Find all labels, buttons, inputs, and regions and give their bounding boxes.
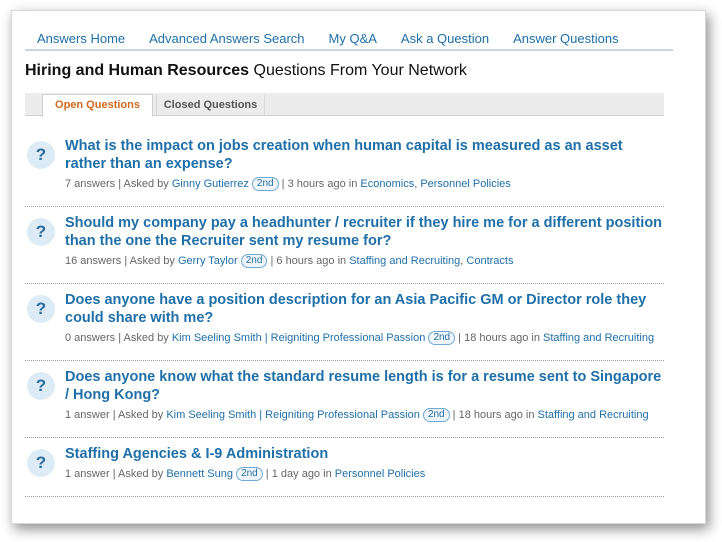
page-title-suffix: Questions From Your Network [249,62,467,79]
nav-answer-questions[interactable]: Answer Questions [501,31,631,49]
answer-count: 1 answer [65,468,110,480]
meta-separator: | [109,409,119,421]
category-link[interactable]: Personnel Policies [420,178,511,190]
time-ago: 1 day ago [271,468,321,480]
connection-degree-badge: 2nd [251,177,279,191]
question-title-link[interactable]: Staffing Agencies & I-9 Administration [65,445,665,463]
category-link[interactable]: Staffing and Recruiting [543,332,654,344]
question-meta: 1 answer | Asked by Kim Seeling Smith | … [65,408,649,422]
question-title-link[interactable]: Should my company pay a headhunter / rec… [65,214,665,250]
tab-open-questions[interactable]: Open Questions [42,94,153,117]
nav-answers-home[interactable]: Answers Home [25,31,137,49]
question-title-link[interactable]: What is the impact on jobs creation when… [65,137,665,173]
connection-degree-badge: 2nd [428,331,456,345]
question-item: ? Should my company pay a headhunter / re… [25,214,664,284]
category-link[interactable]: Personnel Policies [335,468,426,480]
connection-degree-badge: 2nd [236,467,263,481]
answers-nav: Answers Home Advanced Answers Search My … [25,27,673,51]
in-label: in [531,332,540,344]
page-title: Hiring and Human Resources Questions Fro… [25,62,467,80]
time-ago: 3 hours ago [287,178,346,190]
meta-separator: | [109,468,119,480]
answer-count: 1 answer [65,409,110,421]
asked-by-label: Asked by [118,409,164,421]
question-item: ? What is the impact on jobs creation whe… [25,137,664,207]
time-ago: 6 hours ago [276,255,335,267]
connection-degree-badge: 2nd [240,254,268,268]
category-link[interactable]: Contracts [466,255,513,267]
question-item: ? Does anyone have a position description… [25,291,664,361]
question-title-link[interactable]: Does anyone know what the standard resum… [65,368,665,404]
question-meta: 7 answers | Asked by Ginny Gutierrez 2nd… [65,177,511,191]
question-item: ? Staffing Agencies & I-9 Administration 1… [25,445,664,497]
connection-degree-badge: 2nd [422,408,450,422]
category-link[interactable]: Staffing and Recruiting [538,409,649,421]
nav-my-qa[interactable]: My Q&A [317,31,389,49]
meta-separator: | [115,178,124,190]
meta-separator: | [115,332,124,344]
answer-count: 0 answers [65,332,116,344]
question-meta: 16 answers | Asked by Gerry Taylor 2nd |… [65,254,513,268]
nav-ask-question[interactable]: Ask a Question [389,31,501,49]
author-link[interactable]: Kim Seeling Smith | Reigniting Professio… [166,409,420,421]
category-link[interactable]: Economics [360,178,414,190]
meta-separator: | [455,332,465,344]
asked-by-label: Asked by [123,332,169,344]
question-mark-icon: ? [27,295,55,323]
asked-by-label: Asked by [123,178,169,190]
in-label: in [525,409,535,421]
author-link[interactable]: Bennett Sung [166,468,233,480]
question-title-link[interactable]: Does anyone have a position description … [65,291,665,327]
meta-separator: | [278,178,288,190]
time-ago: 18 hours ago [464,332,529,344]
question-mark-icon: ? [27,218,55,246]
question-meta: 1 answer | Asked by Bennett Sung 2nd | 1… [65,467,425,481]
author-link[interactable]: Kim Seeling Smith | Reigniting Professio… [172,332,426,344]
question-item: ? Does anyone know what the standard resu… [25,368,664,438]
author-link[interactable]: Ginny Gutierrez [172,178,249,190]
category-link[interactable]: Staffing and Recruiting [349,255,460,267]
author-link[interactable]: Gerry Taylor [178,255,238,267]
page-title-category: Hiring and Human Resources [25,62,250,79]
asked-by-label: Asked by [118,468,164,480]
in-label: in [348,178,358,190]
time-ago: 18 hours ago [458,409,523,421]
meta-separator: | [262,468,272,480]
question-meta: 0 answers | Asked by Kim Seeling Smith |… [65,331,654,345]
answer-count: 16 answers [65,255,122,267]
answer-count: 7 answers [65,178,116,190]
question-mark-icon: ? [27,141,55,169]
in-label: in [337,255,347,267]
meta-separator: | [449,409,459,421]
in-label: in [323,468,332,480]
meta-separator: | [121,255,130,267]
question-tabs: Open Questions Closed Questions [25,93,664,117]
tab-closed-questions[interactable]: Closed Questions [156,95,265,116]
asked-by-label: Asked by [129,255,175,267]
question-mark-icon: ? [27,449,55,477]
question-mark-icon: ? [27,372,55,400]
nav-advanced-search[interactable]: Advanced Answers Search [137,31,316,49]
